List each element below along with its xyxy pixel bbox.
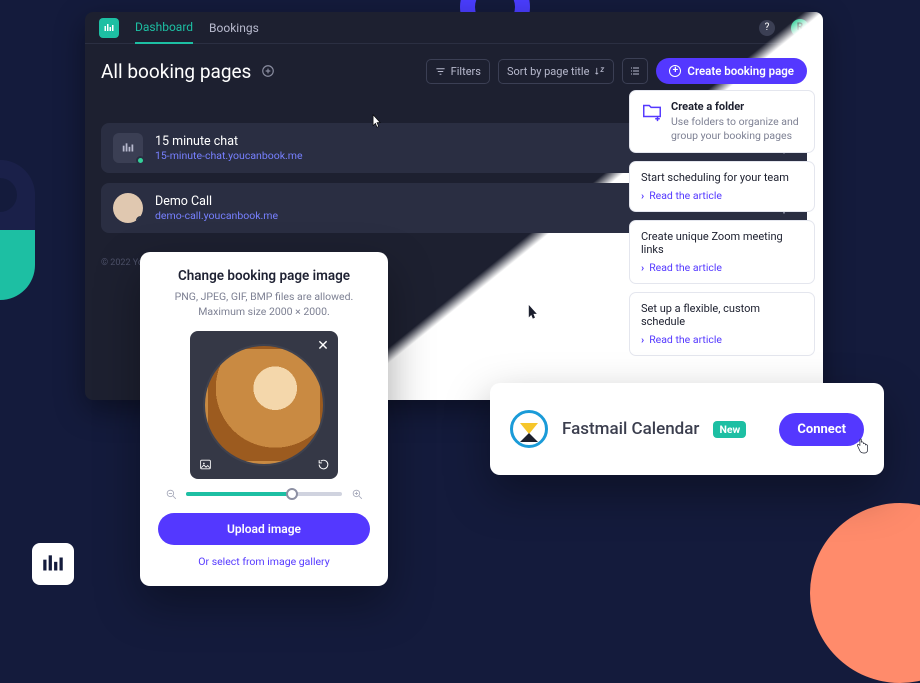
- tip-card: Create unique Zoom meeting links Read th…: [629, 220, 815, 284]
- row-url[interactable]: 15-minute-chat.youcanbook.me: [155, 149, 303, 162]
- create-label: Create booking page: [687, 64, 794, 78]
- read-article-link[interactable]: Read the article: [641, 333, 803, 346]
- user-avatar[interactable]: R: [791, 19, 809, 37]
- status-dot-online: [136, 156, 145, 165]
- row-thumb: [113, 133, 143, 163]
- card-sub: Use folders to organize and group your b…: [671, 115, 803, 143]
- status-dot-online: [136, 216, 143, 223]
- fastmail-title: Fastmail Calendar: [562, 419, 699, 439]
- tab-bookings[interactable]: Bookings: [209, 13, 259, 43]
- row-thumb-avatar: [113, 193, 143, 223]
- slider-handle[interactable]: [286, 488, 298, 500]
- list-icon: [629, 65, 641, 77]
- connect-button[interactable]: Connect: [779, 413, 864, 446]
- upload-image-button[interactable]: Upload image: [158, 513, 370, 545]
- select-from-gallery-link[interactable]: select from image gallery: [212, 555, 330, 568]
- row-url[interactable]: demo-call.youcanbook.me: [155, 209, 278, 222]
- plus-icon: +: [669, 65, 681, 77]
- row-title: Demo Call: [155, 194, 278, 209]
- card-title: Set up a flexible, custom schedule: [641, 302, 803, 328]
- reset-icon[interactable]: [314, 455, 332, 473]
- page-title: All booking pages: [101, 60, 251, 83]
- folder-plus-icon: [641, 100, 663, 122]
- card-title: Create a folder: [671, 100, 803, 113]
- add-page-icon[interactable]: [261, 64, 275, 78]
- decor-circle-bottom-right: [810, 503, 920, 683]
- sort-button[interactable]: Sort by page title: [498, 59, 614, 84]
- filters-button[interactable]: Filters: [426, 59, 490, 84]
- row-title: 15 minute chat: [155, 134, 303, 149]
- fastmail-connect-card: Fastmail Calendar New Connect: [490, 383, 884, 475]
- sort-az-icon: [594, 66, 605, 77]
- tip-card: Start scheduling for your team Read the …: [629, 161, 815, 212]
- side-cards: Create a folder Use folders to organize …: [629, 90, 815, 356]
- modal-sub-line1: PNG, JPEG, GIF, BMP files are allowed.: [175, 290, 354, 303]
- help-button[interactable]: ?: [759, 20, 775, 36]
- footer-copyright: © 2022 Yo: [101, 258, 143, 268]
- card-title: Start scheduling for your team: [641, 171, 803, 184]
- topbar: Dashboard Bookings ? R: [85, 12, 823, 44]
- create-folder-card[interactable]: Create a folder Use folders to organize …: [629, 90, 815, 153]
- plus-circle-icon: [261, 64, 275, 78]
- tab-dashboard[interactable]: Dashboard: [135, 12, 193, 44]
- sliders-icon: [435, 66, 446, 77]
- card-title: Create unique Zoom meeting links: [641, 230, 803, 256]
- tip-card: Set up a flexible, custom schedule Read …: [629, 292, 815, 356]
- view-list-button[interactable]: [622, 58, 648, 84]
- filters-label: Filters: [451, 65, 481, 78]
- modal-sub-line2: Maximum size 2000 × 2000.: [198, 305, 330, 318]
- hand-cursor-icon: [855, 438, 869, 454]
- read-article-link[interactable]: Read the article: [641, 261, 803, 274]
- image-icon[interactable]: [196, 455, 214, 473]
- sort-label: Sort by page title: [507, 65, 589, 78]
- preview-photo: [205, 346, 323, 464]
- create-booking-page-button[interactable]: + Create booking page: [656, 58, 807, 84]
- zoom-slider[interactable]: [186, 492, 342, 496]
- close-icon[interactable]: ✕: [314, 337, 332, 355]
- new-badge: New: [713, 421, 746, 438]
- brand-bars-icon: [40, 551, 66, 577]
- fastmail-logo-icon: [510, 410, 548, 448]
- change-image-modal: Change booking page image PNG, JPEG, GIF…: [140, 252, 388, 586]
- modal-alt-text: Or select from image gallery: [158, 555, 370, 568]
- read-article-link[interactable]: Read the article: [641, 189, 803, 202]
- decor-pill-left: [0, 160, 35, 300]
- brand-logo-square: [99, 18, 119, 38]
- modal-title: Change booking page image: [158, 268, 370, 284]
- brand-bars-icon: [121, 141, 135, 155]
- brand-logo-badge: [32, 543, 74, 585]
- zoom-in-icon[interactable]: [350, 487, 364, 501]
- image-preview: ✕: [190, 331, 338, 479]
- zoom-out-icon[interactable]: [164, 487, 178, 501]
- brand-bars-icon: [103, 22, 115, 34]
